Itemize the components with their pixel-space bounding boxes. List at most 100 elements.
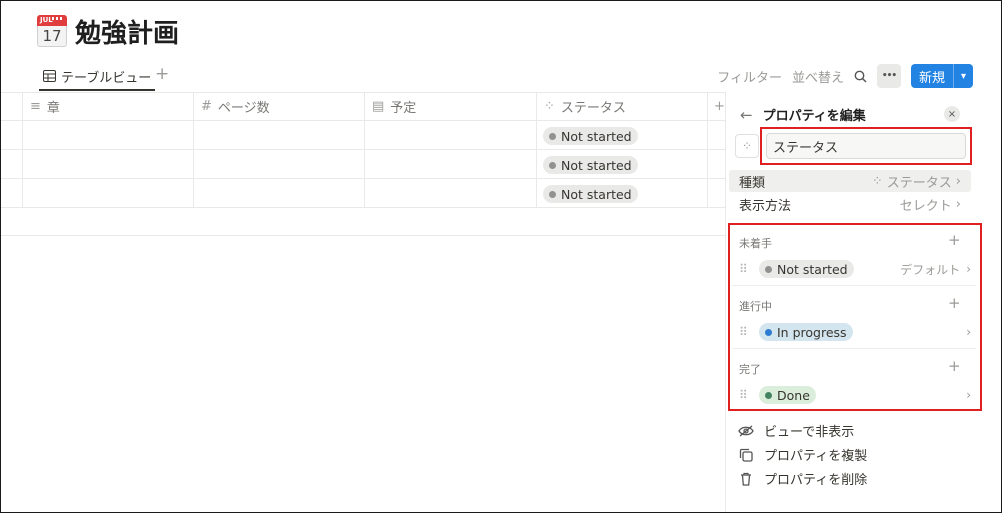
add-option-button[interactable]: + [948,294,961,312]
status-pill[interactable]: Not started [543,156,638,174]
chevron-right-icon: › [966,325,971,339]
property-icon-button[interactable]: ⁘ [735,134,759,158]
chevron-right-icon: › [955,173,961,189]
close-icon[interactable]: × [944,106,960,122]
option-label: Done [777,387,810,403]
calendar-icon[interactable]: JUL 17 [37,15,67,47]
plus-icon: + [714,98,725,114]
copy-icon [739,448,753,462]
option-right: › [966,325,971,339]
duplicate-property-button[interactable]: プロパティを複製 [738,445,867,464]
window: JUL 17 勉強計画 テーブルビュー + フィルター 並べ替え ••• 新規 … [0,0,1002,513]
display-row[interactable]: 表示方法 セレクト › [729,193,971,215]
highlight-box-name [760,127,972,165]
delete-property-button[interactable]: プロパティを削除 [738,469,867,488]
column-header-chapter[interactable]: ≡ 章 [30,92,60,120]
add-option-button[interactable]: + [948,231,961,249]
column-divider [707,92,708,207]
status-groups-box: 未着手 + ⠿ Not started デフォルト › 進行中 + ⠿ In p… [728,223,982,411]
status-text: Not started [561,186,632,202]
calendar-day: 17 [37,26,67,47]
view-tabs-row: テーブルビュー + フィルター 並べ替え ••• 新規 ▾ [1,61,1001,91]
status-pill[interactable]: Not started [543,127,638,145]
option-dot [765,265,772,273]
option-pill: In progress [759,323,853,341]
option-pill: Done [759,386,816,404]
option-in-progress[interactable]: ⠿ In progress › [739,322,971,342]
group-separator [732,285,976,286]
database-table: ≡ 章 # ページ数 ▤ 予定 ⁘ ステータス + Not started No… [1,92,726,237]
column-divider [364,92,365,207]
more-icon: ••• [881,71,897,81]
eye-off-icon [738,425,754,436]
chevron-down-icon[interactable]: ▾ [953,64,973,88]
status-dot [549,190,556,198]
display-value-wrap: セレクト › [900,195,961,214]
option-not-started[interactable]: ⠿ Not started デフォルト › [739,259,971,279]
table-border-bottom [1,235,726,236]
row-divider [1,207,726,208]
option-done[interactable]: ⠿ Done › [739,385,971,405]
drag-handle-icon[interactable]: ⠿ [739,325,759,339]
column-divider [193,92,194,207]
text-lines-icon: ≡ [30,98,41,114]
type-value-wrap: ⁘ ステータス › [872,172,961,191]
new-button[interactable]: 新規 ▾ [910,64,973,88]
page-title[interactable]: 勉強計画 [75,13,179,50]
column-divider [22,92,23,207]
hide-in-view-button[interactable]: ビューで非表示 [738,421,854,440]
option-right: › [966,388,971,402]
status-text: Not started [561,157,632,173]
column-label: ページ数 [217,100,270,116]
column-label: ステータス [560,100,626,116]
option-dot [765,391,772,399]
edit-property-panel: ← プロパティを編集 × ⁘ 種類 ⁘ ステータス › 表示方法 セレクト › [725,93,1001,512]
column-label: 章 [46,100,60,116]
option-dot [765,328,772,336]
default-label: デフォルト [900,262,961,277]
status-dot [549,161,556,169]
option-label: In progress [777,324,847,340]
option-label: Not started [777,261,848,277]
status-icon: ⁘ [871,173,883,189]
filter-button[interactable]: フィルター [717,67,782,86]
type-value: ステータス [886,175,952,191]
more-button[interactable]: ••• [876,64,901,88]
trash-icon [741,472,751,486]
column-label: 予定 [390,100,417,116]
group-label-in-progress: 進行中 [739,300,772,313]
option-pill: Not started [759,260,854,278]
group-separator [732,348,976,349]
status-icon: ⁘ [544,98,555,114]
property-name-input[interactable] [766,133,966,159]
chevron-right-icon: › [966,262,971,276]
page-header: JUL 17 勉強計画 [37,13,179,49]
add-option-button[interactable]: + [948,357,961,375]
drag-handle-icon[interactable]: ⠿ [739,388,759,402]
panel-title: プロパティを編集 [762,109,866,124]
toolbar: フィルター 並べ替え ••• 新規 ▾ [717,63,973,89]
action-label: プロパティを複製 [764,449,868,464]
status-text: Not started [561,128,632,144]
calendar-rings [52,17,64,20]
option-right: デフォルト › [900,261,971,278]
display-label: 表示方法 [739,198,792,214]
add-view-button[interactable]: + [155,64,169,84]
column-header-status[interactable]: ⁘ ステータス [544,92,626,120]
drag-handle-icon[interactable]: ⠿ [739,262,759,276]
group-label-todo: 未着手 [739,237,772,250]
status-icon: ⁘ [741,139,753,153]
status-pill[interactable]: Not started [543,185,638,203]
sort-button[interactable]: 並べ替え [792,67,844,86]
column-divider [536,92,537,207]
add-column-button[interactable]: + [714,92,725,120]
group-label-done: 完了 [739,363,761,376]
back-arrow-icon[interactable]: ← [740,106,753,124]
column-header-schedule[interactable]: ▤ 予定 [372,92,416,120]
tab-table-view[interactable]: テーブルビュー [39,63,156,91]
column-header-pages[interactable]: # ページ数 [201,92,270,120]
type-row[interactable]: 種類 ⁘ ステータス › [729,170,971,192]
tab-label: テーブルビュー [61,70,152,86]
search-icon[interactable] [854,70,867,83]
display-value: セレクト [899,198,952,214]
